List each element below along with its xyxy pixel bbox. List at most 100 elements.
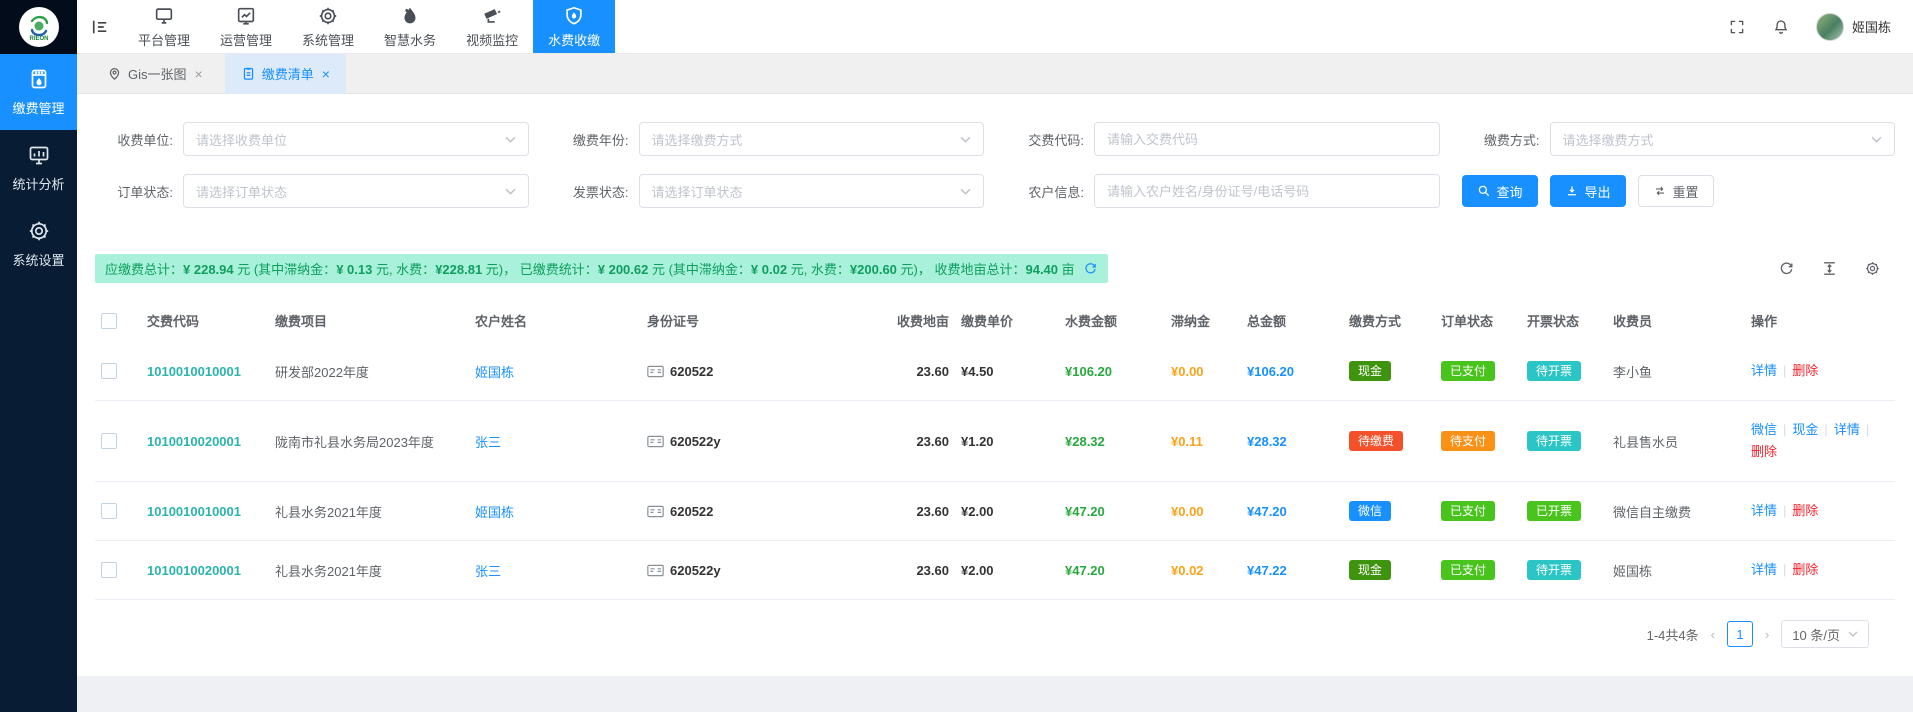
payment-year-select[interactable]: 请选择缴费方式 — [639, 122, 985, 156]
action-link[interactable]: 详情 — [1834, 422, 1860, 437]
prev-page-icon[interactable]: ‹ — [1709, 627, 1717, 642]
brand-logo[interactable]: RIEON — [0, 0, 77, 54]
farmer-link[interactable]: 姬国栋 — [475, 365, 514, 380]
user-menu[interactable]: 姬国栋 — [1816, 13, 1891, 41]
page-size-value: 10 条/页 — [1792, 625, 1840, 644]
next-page-icon[interactable]: › — [1763, 627, 1771, 642]
action-link[interactable]: 微信 — [1751, 422, 1777, 437]
nav-item-system[interactable]: 系统管理 — [287, 0, 369, 53]
tab-payment-list[interactable]: 缴费清单 × — [225, 54, 346, 94]
sidebar-item-payment-management[interactable]: 缴费管理 — [0, 54, 77, 130]
cell-collector: 李小鱼 — [1613, 365, 1652, 380]
filter-label: 缴费年份: — [551, 130, 629, 149]
page-size-select[interactable]: 10 条/页 — [1781, 620, 1869, 648]
row-checkbox[interactable] — [101, 503, 117, 519]
select-placeholder: 请选择收费单位 — [196, 130, 505, 149]
farmer-link[interactable]: 张三 — [475, 435, 501, 450]
brand-logo-circle: RIEON — [19, 7, 59, 47]
action-separator: | — [1783, 422, 1786, 437]
payment-code-input[interactable] — [1094, 122, 1440, 156]
action-separator: | — [1783, 503, 1786, 518]
fullscreen-icon[interactable] — [1728, 18, 1746, 36]
invoice-status-select[interactable]: 请选择订单状态 — [639, 174, 985, 208]
cell-late-fee: ¥0.00 — [1171, 364, 1204, 379]
nav-item-label: 平台管理 — [138, 30, 190, 49]
order-status-select[interactable]: 请选择订单状态 — [183, 174, 529, 208]
cell-idcard-text: 620522y — [670, 563, 721, 578]
nav-item-platform[interactable]: 平台管理 — [123, 0, 205, 53]
tab-gis-map[interactable]: Gis一张图 × — [91, 54, 219, 94]
farmer-link[interactable]: 姬国栋 — [475, 505, 514, 520]
col-header: 收费地亩 — [859, 299, 955, 342]
invoice-status-badge: 待开票 — [1527, 431, 1581, 451]
cell-water-fee: ¥28.32 — [1065, 434, 1105, 449]
order-status-badge: 待支付 — [1441, 431, 1495, 451]
summary-segment: ¥228.81 — [435, 262, 486, 277]
select-placeholder: 请选择订单状态 — [652, 182, 961, 201]
cctv-camera-icon — [481, 5, 503, 27]
chevron-down-icon — [505, 136, 516, 143]
row-height-icon[interactable] — [1821, 260, 1838, 277]
content-panel: 收费单位: 请选择收费单位 缴费年份: 请选择缴费方式 — [77, 94, 1913, 676]
action-link[interactable]: 详情 — [1751, 363, 1777, 378]
column-settings-gear-icon[interactable] — [1864, 260, 1881, 277]
refresh-icon[interactable] — [1083, 261, 1098, 276]
table-toolbar — [1778, 260, 1895, 277]
nav-item-video-monitor[interactable]: 视频监控 — [451, 0, 533, 53]
action-link[interactable]: 详情 — [1751, 503, 1777, 518]
cell-collector: 微信自主缴费 — [1613, 505, 1691, 520]
cell-unit-price: ¥2.00 — [961, 504, 994, 519]
delete-action-link[interactable]: 删除 — [1792, 562, 1818, 577]
filter-payment-year: 缴费年份: 请选择缴费方式 — [551, 122, 985, 156]
col-header: 收费员 — [1607, 299, 1745, 342]
summary-text: 应缴费总计：¥ 228.94 元 (其中滞纳金：¥ 0.13 元, 水费：¥22… — [105, 259, 1075, 278]
tab-label: 缴费清单 — [262, 64, 314, 83]
cell-total: ¥47.22 — [1247, 563, 1287, 578]
farmer-link[interactable]: 张三 — [475, 564, 501, 579]
cell-code: 1010010020001 — [147, 434, 241, 449]
refresh-icon[interactable] — [1778, 260, 1795, 277]
payment-method-select[interactable]: 请选择缴费方式 — [1550, 122, 1896, 156]
invoice-status-badge: 待开票 — [1527, 560, 1581, 580]
order-status-badge: 已支付 — [1441, 361, 1495, 381]
action-link[interactable]: 现金 — [1792, 422, 1818, 437]
row-checkbox[interactable] — [101, 433, 117, 449]
row-checkbox[interactable] — [101, 363, 117, 379]
sidebar-item-statistics[interactable]: 统计分析 — [0, 130, 77, 206]
col-header: 缴费方式 — [1343, 299, 1435, 342]
summary-segment: ¥ 228.94 — [183, 262, 237, 277]
delete-action-link[interactable]: 删除 — [1792, 363, 1818, 378]
delete-action-link[interactable]: 删除 — [1751, 444, 1777, 459]
tab-close-icon[interactable]: × — [195, 66, 203, 82]
delete-action-link[interactable]: 删除 — [1792, 503, 1818, 518]
page-number[interactable]: 1 — [1727, 621, 1753, 647]
row-checkbox[interactable] — [101, 562, 117, 578]
search-button[interactable]: 查询 — [1462, 175, 1538, 207]
cell-actions: 详情|删除 — [1745, 541, 1895, 600]
nav-item-operations[interactable]: 运营管理 — [205, 0, 287, 53]
charge-unit-select[interactable]: 请选择收费单位 — [183, 122, 529, 156]
bell-icon[interactable] — [1772, 18, 1790, 36]
pagination-range: 1-4共4条 — [1647, 625, 1699, 644]
select-all-checkbox[interactable] — [101, 313, 117, 329]
cell-actions: 微信|现金|详情|删除 — [1745, 401, 1895, 482]
reset-button[interactable]: 重置 — [1638, 175, 1714, 207]
filter-invoice-status: 发票状态: 请选择订单状态 — [551, 174, 985, 208]
nav-item-water-fee[interactable]: 水费收缴 — [533, 0, 615, 53]
tab-close-icon[interactable]: × — [322, 66, 330, 82]
invoice-status-badge: 已开票 — [1527, 501, 1581, 521]
nav-item-smart-water[interactable]: 智慧水务 — [369, 0, 451, 53]
action-link[interactable]: 详情 — [1751, 562, 1777, 577]
app-root: RIEON 缴费管理 统计分析 — [0, 0, 1913, 712]
svg-text:RIEON: RIEON — [29, 36, 48, 42]
cell-unit-price: ¥4.50 — [961, 364, 994, 379]
nav-item-label: 运营管理 — [220, 30, 272, 49]
export-button[interactable]: 导出 — [1550, 175, 1626, 207]
cell-unit-price: ¥1.20 — [961, 434, 994, 449]
farmer-info-input[interactable] — [1094, 174, 1440, 208]
menu-fold-icon[interactable] — [77, 0, 123, 53]
table-body: 1010010010001 研发部2022年度 姬国栋 620522 23.60… — [95, 342, 1895, 599]
sidebar-item-system-settings[interactable]: 系统设置 — [0, 206, 77, 282]
nav-item-label: 智慧水务 — [384, 30, 436, 49]
col-header: 交费代码 — [141, 299, 269, 342]
